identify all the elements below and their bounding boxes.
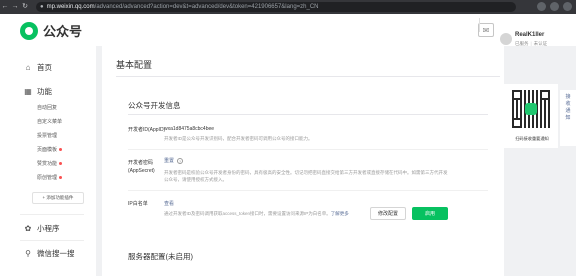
sidebar-item-wechat-search[interactable]: ⚲ 微信搜一搜 [24,248,75,259]
secret-label-line1: 开发者密码 [128,160,154,166]
qr-notification-panel: 扫码接收重要通知 [504,84,558,148]
whitelist-description: 通过开发者ID及密码调用获取access_token接口时，需要设置访问来源IP… [164,210,449,217]
secret-label-line2: (AppSecret) [128,168,155,174]
divider [116,76,500,77]
back-icon[interactable]: ← [0,2,10,12]
header-divider [479,18,480,32]
sidebar-subitem-reward[interactable]: 赞赏功能 [37,160,63,167]
user-name[interactable]: RealK1ller [515,32,544,38]
qr-finder [540,90,550,100]
new-badge [59,176,63,179]
bookmark-icon[interactable] [537,2,546,11]
sidebar-item-label: 首页 [37,63,52,72]
address-text: mp.weixin.qq.com/advanced/advanced?actio… [47,4,319,10]
main-panel: 基本配置 公众号开发信息 开发者ID(AppID) wxa1d8475a8cbc… [96,46,504,276]
reset-link[interactable]: 重置 [164,158,174,164]
side-tab-char: 收 [565,101,571,107]
appid-label: 开发者ID(AppID) [128,127,166,133]
whitelist-label: IP白名单 [128,201,148,207]
wechat-logo-icon [20,21,38,40]
lock-icon: ● [40,4,44,10]
whitelist-view-link[interactable]: 查看 [164,200,174,207]
url-host: mp.weixin.qq.com [46,4,95,10]
sidebar-subitem-label: 投票管理 [37,133,58,139]
sidebar-subitem-label: 赞赏功能 [37,161,58,167]
browser-toolbar: ← → ↻ ● mp.weixin.qq.com/advanced/advanc… [0,0,576,14]
server-config-title: 服务器配置(未启用) [128,252,193,261]
qr-code-image [512,90,550,128]
sidebar-divider [20,214,84,215]
sidebar-subitem-label: 页面模板 [37,147,58,153]
appid-value: wxa1d8475a8cbc4bee [164,126,215,132]
forward-icon[interactable]: → [10,2,20,12]
home-icon: ⌂ [25,62,31,72]
top-header: 公众号 ✉ RealK1ller 已服务 | 未认证 [0,14,576,46]
receive-notification-tab[interactable]: 接 收 通 知 [560,90,576,146]
sidebar-item-mini-program[interactable]: ✿ 小程序 [24,223,60,234]
url-path: /advanced/advanced?action=dev&t=advanced… [94,4,319,10]
sidebar-subitem-original[interactable]: 原创管理 [37,174,63,181]
sidebar-subitem-label: 原创管理 [37,175,58,181]
sidebar-item-label: 小程序 [37,224,60,233]
sidebar-subitem-vote[interactable]: 投票管理 [37,132,57,139]
side-tab-char: 知 [565,115,571,121]
sidebar: ⌂ 首页 ▦ 功能 自动回复 自定义菜单 投票管理 页面模板 赞赏功能 原创管理… [0,46,96,276]
appid-description: 开发者ID是公众号开发识别码，配合开发者密码可调用公众号的接口能力。 [164,136,313,141]
search-icon: ⚲ [25,248,31,258]
sidebar-item-features[interactable]: ▦ 功能 [24,86,52,97]
sidebar-subitem-label: 自动回复 [37,105,58,111]
sidebar-subitem-page-template[interactable]: 页面模板 [37,146,63,153]
qr-caption: 扫码接收重要通知 [515,136,549,141]
secret-reset: 重置? [164,157,184,164]
status-separator: | [530,41,532,46]
help-icon[interactable]: ? [177,157,184,164]
enable-button[interactable]: 启用 [412,207,448,220]
whitelist-description-text: 通过开发者ID及密码调用获取access_token接口时，需要设置访问来源IP… [164,211,331,216]
user-cert-text: 未认证 [533,41,548,46]
section-title: 公众号开发信息 [128,101,181,110]
profile-icon[interactable] [563,2,572,11]
learn-more-link[interactable]: 了解更多 [331,211,349,216]
sidebar-subitem-auto-reply[interactable]: 自动回复 [37,104,57,111]
user-status-text: 已服务 [515,41,529,46]
page-title: 基本配置 [116,60,153,70]
avatar[interactable] [500,33,512,45]
side-tab-char: 通 [565,108,571,114]
extension-icon[interactable] [550,2,559,11]
sidebar-item-label: 功能 [37,87,52,96]
sidebar-divider [20,240,84,241]
qr-finder [512,90,522,100]
sidebar-item-home[interactable]: ⌂ 首页 [24,62,52,73]
mini-program-icon: ✿ [24,223,32,233]
add-plugin-button[interactable]: + 添加功能插件 [32,192,84,204]
divider [128,114,488,115]
divider [128,149,488,150]
new-badge [59,162,63,165]
sidebar-item-label: 微信搜一搜 [37,249,75,258]
grid-icon: ▦ [24,86,32,96]
sidebar-subitem-label: 自定义菜单 [37,119,63,125]
new-badge [59,148,63,151]
secret-label: 开发者密码 (AppSecret) [128,159,155,175]
mail-icon[interactable]: ✉ [478,23,494,37]
user-status: 已服务 | 未认证 [515,41,547,47]
address-bar[interactable]: ● mp.weixin.qq.com/advanced/advanced?act… [36,2,516,12]
reload-icon[interactable]: ↻ [20,2,30,12]
logo-text: 公众号 [43,24,83,39]
qr-finder [512,118,522,128]
wechat-logo-icon [525,103,537,115]
side-tab-char: 接 [565,94,571,100]
sidebar-subitem-custom-menu[interactable]: 自定义菜单 [37,118,62,125]
divider [128,190,488,191]
browser-actions [537,2,572,11]
modify-config-button[interactable]: 修改配置 [370,207,406,220]
secret-description: 开发者密码是校验公众号开发者身份的密码，具有极高的安全性。切记勿把密码直接交给第… [164,170,448,182]
logo[interactable]: 公众号 [20,21,82,40]
